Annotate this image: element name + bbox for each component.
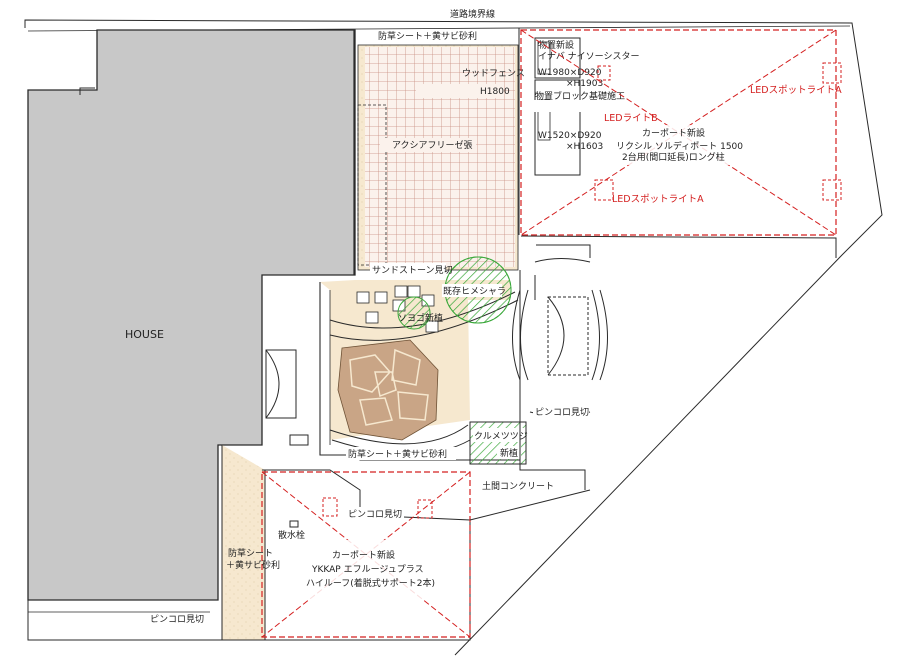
storage-size2-label: W1520×D920 <box>538 131 602 141</box>
house: HOUSE <box>27 29 356 601</box>
sandstone-label: サンドストーン見切 <box>372 265 453 276</box>
led-a-top-label: LEDスポットライトA <box>750 85 842 96</box>
storage-base-label: 物置ブロック基礎施工 <box>535 90 625 102</box>
carport-left-model: YKKAP エフルージュプラス <box>311 564 424 575</box>
doma-label: 土間コンクリート <box>482 480 554 492</box>
wood-fence-label: ウッドフェンス <box>462 68 525 79</box>
carport-right-title: カーポート新設 <box>642 127 705 139</box>
pinkoro-right-label: ピンコロ見切 <box>535 407 589 418</box>
entrance-gate <box>512 258 608 490</box>
weed-sheet-top-label: 防草シート＋黄サビ砂利 <box>378 30 477 42</box>
carport-right-model: リクシル ソルディポート 1500 <box>616 140 743 152</box>
carport-left-detail: ハイルーフ(着脱式サポート2本) <box>306 577 435 589</box>
road-boundary-label: 道路境界線 <box>450 8 495 20</box>
acacia-label: アクシアフリーゼ張 <box>392 139 473 151</box>
carport-right-detail: 2台用(間口延長)ロング柱 <box>622 151 725 163</box>
house-label: HOUSE <box>125 328 164 341</box>
storage-new-label: 物置新設 <box>538 39 574 51</box>
plant-kurume: クルメツツジ 新植 <box>469 421 528 465</box>
kurume-new-label: 新植 <box>500 447 518 459</box>
led-a-mid-label: LEDスポットライトA <box>612 194 704 205</box>
tiled-deck: ウッドフェンス H1800 アクシアフリーゼ張 <box>357 44 525 271</box>
plant-soyogo <box>397 296 431 330</box>
weed-sheet-left-label-2: ＋黄サビ砂利 <box>226 559 280 571</box>
storage-size1-h-label: ×H1903 <box>566 79 603 89</box>
faucet-icon <box>289 520 299 528</box>
existing-tree-label: 既存ヒメシャラ <box>443 285 506 297</box>
led-spot-right-icon <box>822 179 842 201</box>
house-side-door <box>265 349 309 446</box>
storage-size2-h-label: ×H1603 <box>566 142 603 152</box>
led-spot-mid-icon <box>594 179 614 201</box>
weed-sheet-mid-label: 防草シート＋黄サビ砂利 <box>348 448 447 460</box>
storage-model-label: イナバ ナイソーシスター <box>538 51 640 62</box>
weed-sheet-left-label-1: 防草シート <box>228 547 273 559</box>
left-carport: カーポート新設 YKKAP エフルージュプラス ハイルーフ(着脱式サポート2本) <box>221 445 471 641</box>
led-b-label: LEDライトB <box>604 113 658 124</box>
pinkoro-mid-label: ピンコロ見切 <box>348 509 402 520</box>
carport-left-title: カーポート新設 <box>332 549 395 561</box>
site-plan: 道路境界線 HOUSE ウッドフェンス H1800 アクシアフリーゼ張 防草シー… <box>24 8 883 656</box>
wood-fence-height: H1800 <box>480 87 510 97</box>
pinkoro-bottom-label: ピンコロ見切 <box>150 614 204 625</box>
soyogo-label: ソヨゴ新植 <box>398 312 443 324</box>
led-spot-top-icon <box>822 62 842 84</box>
faucet-label: 散水栓 <box>278 529 305 541</box>
